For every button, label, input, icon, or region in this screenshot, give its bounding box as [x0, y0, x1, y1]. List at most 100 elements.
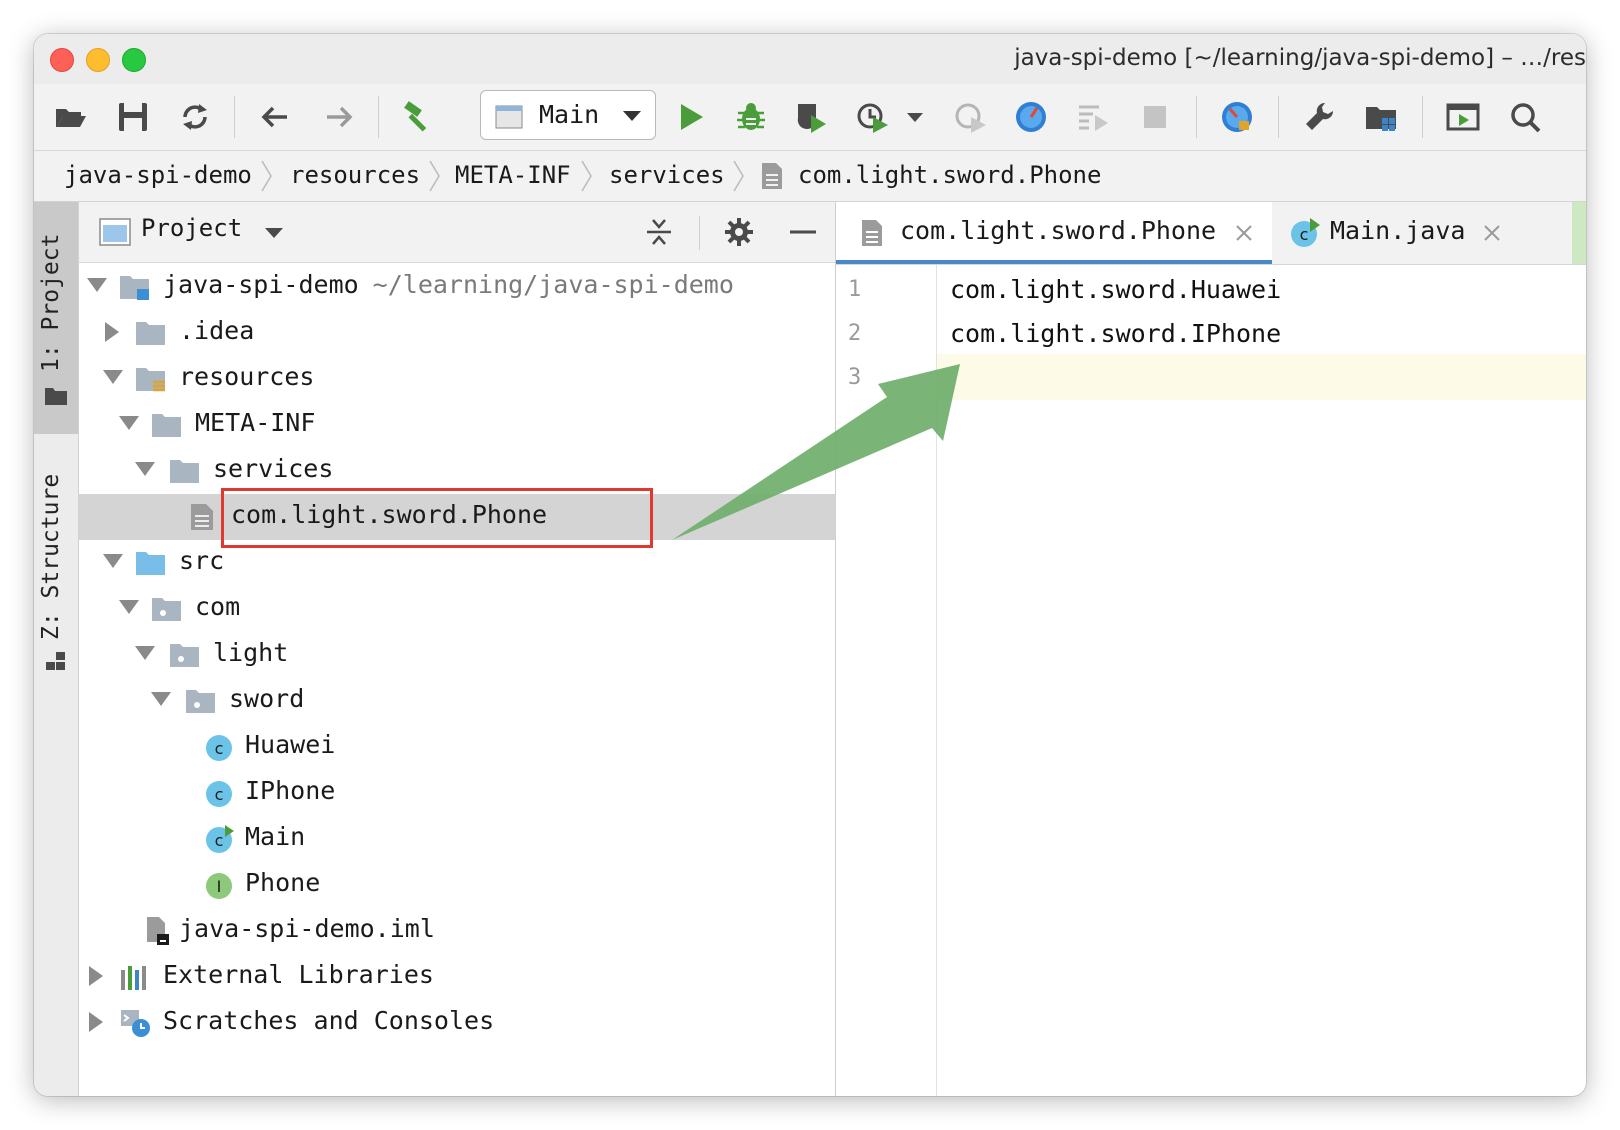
runnable-class-icon: c — [1291, 218, 1320, 247]
expand-arrow-icon[interactable] — [103, 554, 123, 568]
tree-item-label: java-spi-demo — [163, 270, 359, 299]
run-icon[interactable] — [670, 96, 712, 138]
ide-window: java-spi-demo [~/learning/java-spi-demo]… — [34, 34, 1586, 1096]
sync-icon[interactable] — [174, 96, 216, 138]
run-configuration-label: Main — [539, 100, 600, 129]
expand-arrow-icon[interactable] — [89, 1012, 103, 1032]
tab-main-java[interactable]: c Main.java — [1272, 202, 1520, 264]
tree-item-main[interactable]: c Main — [79, 816, 835, 862]
tree-item-label: IPhone — [245, 776, 336, 805]
title-bar: java-spi-demo [~/learning/java-spi-demo]… — [34, 34, 1586, 85]
breadcrumb-separator-icon — [733, 160, 744, 192]
tree-item-path: ~/learning/java-spi-demo — [372, 270, 734, 299]
tree-item-com[interactable]: com — [79, 586, 835, 632]
step-over-icon[interactable] — [1072, 96, 1114, 138]
update-plugin-icon[interactable] — [1216, 96, 1258, 138]
open-folder-icon[interactable] — [50, 96, 92, 138]
text-file-icon — [762, 163, 782, 189]
tab-overflow-strip — [1572, 202, 1586, 264]
interface-icon: I — [206, 873, 232, 899]
line-number: 3 — [848, 365, 862, 390]
line-number: 1 — [848, 277, 862, 302]
tree-item-project-root[interactable]: java-spi-demo ~/learning/java-spi-demo — [79, 264, 835, 310]
tree-item-iml-file[interactable]: java-spi-demo.iml — [79, 908, 835, 954]
minimize-window-button[interactable] — [86, 48, 110, 72]
project-view-icon — [99, 218, 131, 246]
folder-icon — [136, 322, 165, 345]
tree-item-resources[interactable]: resources — [79, 356, 835, 402]
expand-arrow-icon[interactable] — [119, 416, 139, 430]
gauge-icon[interactable] — [1010, 96, 1052, 138]
text-file-icon — [191, 504, 213, 530]
package-icon — [152, 598, 181, 621]
breadcrumb-item-project[interactable]: java-spi-demo — [64, 161, 252, 189]
close-window-button[interactable] — [50, 48, 74, 72]
text-file-icon — [862, 220, 882, 246]
presentation-icon[interactable] — [1442, 96, 1484, 138]
tree-item-label: Scratches and Consoles — [163, 1006, 495, 1035]
coverage-icon[interactable] — [790, 96, 832, 138]
close-icon[interactable] — [1482, 223, 1502, 243]
forward-arrow-icon[interactable] — [318, 96, 360, 138]
expand-arrow-icon[interactable] — [105, 322, 119, 342]
tree-item-meta-inf[interactable]: META-INF — [79, 402, 835, 448]
tool-tab-structure[interactable]: Z: Structure — [34, 452, 78, 682]
tool-tab-project[interactable]: 1: Project — [34, 202, 78, 434]
project-structure-icon[interactable] — [1360, 96, 1402, 138]
tree-item-phone-interface[interactable]: I Phone — [79, 862, 835, 908]
expand-arrow-icon[interactable] — [103, 370, 123, 384]
chevron-down-icon[interactable] — [265, 228, 283, 238]
breadcrumb-item-resources[interactable]: resources — [290, 161, 420, 189]
tree-item-label: Huawei — [245, 730, 336, 759]
code-line[interactable]: com.light.sword.Huawei — [950, 275, 1281, 304]
collapse-all-icon[interactable] — [643, 216, 675, 248]
project-panel: Project java-spi-demo ~/learning/java-spi… — [79, 202, 836, 1096]
build-hammer-icon[interactable] — [398, 96, 440, 138]
resources-folder-icon — [136, 368, 165, 392]
zoom-window-button[interactable] — [122, 48, 146, 72]
gear-icon[interactable] — [723, 216, 755, 248]
wrench-settings-icon[interactable] — [1298, 96, 1340, 138]
tree-item-label: External Libraries — [163, 960, 434, 989]
expand-arrow-icon[interactable] — [119, 600, 139, 614]
tree-item-iphone[interactable]: c IPhone — [79, 770, 835, 816]
svg-text:c: c — [1300, 225, 1309, 244]
tree-item-huawei[interactable]: c Huawei — [79, 724, 835, 770]
debug-bug-icon[interactable] — [730, 96, 772, 138]
tree-item-sword[interactable]: sword — [79, 678, 835, 724]
profile-icon[interactable] — [852, 96, 894, 138]
attach-debugger-icon[interactable] — [950, 96, 992, 138]
folder-icon — [45, 388, 67, 405]
expand-arrow-icon[interactable] — [87, 278, 107, 292]
current-line-highlight — [937, 354, 1586, 400]
breadcrumb-item-services[interactable]: services — [609, 161, 725, 189]
expand-arrow-icon[interactable] — [151, 692, 171, 706]
expand-arrow-icon[interactable] — [135, 646, 155, 660]
expand-arrow-icon[interactable] — [89, 966, 103, 986]
breadcrumb-item-meta-inf[interactable]: META-INF — [455, 161, 571, 189]
tree-item-idea[interactable]: .idea — [79, 310, 835, 356]
chevron-down-icon[interactable] — [894, 96, 936, 138]
breadcrumb-item-file[interactable]: com.light.sword.Phone — [798, 161, 1101, 189]
tab-phone-service-file[interactable]: com.light.sword.Phone — [836, 202, 1272, 264]
stop-icon[interactable] — [1134, 96, 1176, 138]
tree-item-light[interactable]: light — [79, 632, 835, 678]
scratches-icon — [121, 1010, 150, 1037]
save-icon[interactable] — [112, 96, 154, 138]
code-line[interactable]: com.light.sword.IPhone — [950, 319, 1281, 348]
tree-item-label: .idea — [179, 316, 255, 345]
tree-item-label: light — [213, 638, 289, 667]
run-configuration-select[interactable]: Main — [480, 90, 656, 140]
back-arrow-icon[interactable] — [254, 96, 296, 138]
tree-item-external-libraries[interactable]: External Libraries — [79, 954, 835, 1000]
project-panel-title[interactable]: Project — [141, 214, 242, 242]
breadcrumb-separator-icon — [429, 160, 440, 192]
class-icon: c — [206, 735, 232, 761]
expand-arrow-icon[interactable] — [135, 462, 155, 476]
search-icon[interactable] — [1504, 96, 1546, 138]
tree-item-scratches[interactable]: Scratches and Consoles — [79, 1000, 835, 1046]
minimize-panel-icon[interactable] — [787, 216, 819, 248]
line-number: 2 — [848, 321, 862, 346]
tree-item-label: Main — [245, 822, 306, 851]
close-icon[interactable] — [1234, 223, 1254, 243]
